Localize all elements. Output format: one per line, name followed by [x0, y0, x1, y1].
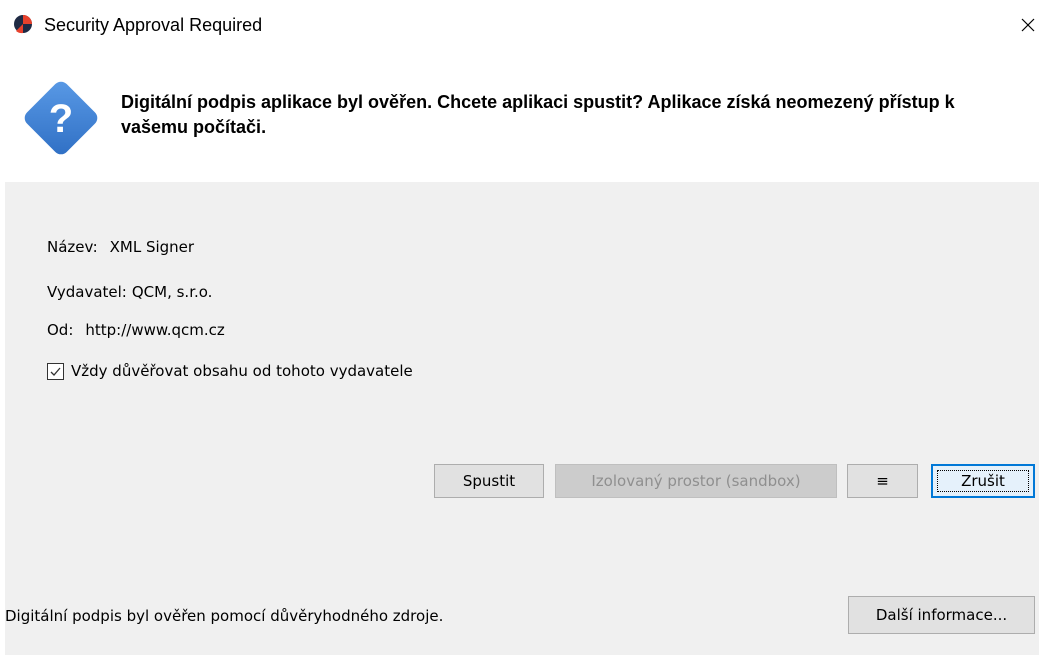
name-row: Název: XML Signer: [47, 237, 194, 257]
from-row: Od: http://www.qcm.cz: [47, 320, 225, 340]
trust-publisher-label: Vždy důvěřovat obsahu od tohoto vydavate…: [71, 362, 413, 380]
checkbox-box[interactable]: [47, 362, 64, 380]
question-mark-glyph: ?: [49, 97, 73, 141]
run-button[interactable]: Spustit: [434, 464, 544, 498]
menu-button[interactable]: ≡: [847, 464, 918, 498]
title-bar: Security Approval Required: [0, 0, 1039, 52]
window-title: Security Approval Required: [44, 15, 263, 35]
cancel-button-label: Zrušit: [961, 472, 1005, 490]
checkmark-icon: [50, 367, 61, 376]
close-button[interactable]: [1016, 10, 1039, 40]
name-value: XML Signer: [109, 238, 195, 256]
trust-publisher-checkbox[interactable]: Vždy důvěřovat obsahu od tohoto vydavate…: [47, 360, 413, 382]
hamburger-icon: ≡: [876, 472, 889, 490]
dialog-header: ? Digitální podpis aplikace byl ověřen. …: [0, 52, 1039, 182]
from-value: http://www.qcm.cz: [85, 321, 225, 339]
more-info-button[interactable]: Další informace...: [848, 596, 1035, 634]
publisher-row: Vydavatel: QCM, s.r.o.: [47, 282, 212, 302]
cancel-button[interactable]: Zrušit: [931, 464, 1035, 498]
close-icon: [1021, 18, 1034, 32]
security-dialog: Security Approval Required ? Digitální p: [0, 0, 1039, 655]
signature-status-text: Digitální podpis byl ověřen pomocí důvěr…: [5, 607, 444, 625]
sandbox-button[interactable]: Izolovaný prostor (sandbox): [555, 464, 837, 498]
publisher-value: QCM, s.r.o.: [131, 283, 213, 301]
question-icon: ?: [15, 72, 107, 164]
name-label: Název:: [47, 238, 98, 256]
from-label: Od:: [47, 321, 74, 339]
java-app-icon: [13, 14, 33, 34]
publisher-label: Vydavatel:: [47, 283, 127, 301]
header-message: Digitální podpis aplikace byl ověřen. Ch…: [121, 92, 955, 137]
